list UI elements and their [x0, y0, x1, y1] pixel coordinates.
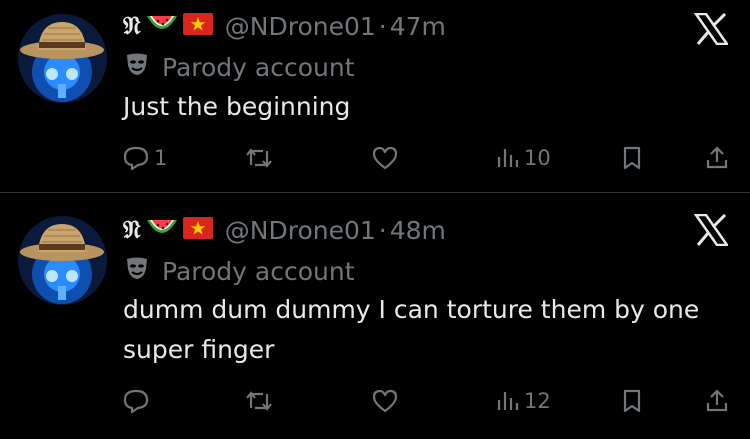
- reply-icon: [122, 145, 150, 171]
- like-button[interactable]: [371, 143, 403, 173]
- parody-label-text: Parody account: [162, 256, 355, 286]
- x-logo-icon: [693, 12, 730, 46]
- parody-label: Parody account: [124, 52, 355, 82]
- reply-count: 1: [154, 146, 168, 170]
- like-button[interactable]: [371, 386, 403, 416]
- tweet-text: Just the beginning: [123, 92, 351, 121]
- bookmark-button[interactable]: [621, 143, 643, 173]
- parody-label: Parody account: [124, 256, 355, 286]
- reply-button[interactable]: [122, 386, 154, 416]
- tweet-header: 𝔑 @NDrone01 · 48m: [123, 215, 446, 245]
- avatar[interactable]: [18, 216, 107, 305]
- display-name[interactable]: 𝔑: [123, 11, 141, 41]
- timestamp[interactable]: 48m: [390, 216, 446, 245]
- watermelon-icon: [145, 12, 179, 40]
- reply-icon: [122, 388, 150, 414]
- parody-mask-icon: [124, 255, 150, 287]
- tweet[interactable]: 𝔑 @NDrone01 · 47m Parody account Just th…: [0, 0, 750, 192]
- bookmark-icon: [621, 388, 643, 414]
- like-icon: [371, 388, 399, 414]
- repost-icon: [244, 388, 274, 414]
- parody-mask-icon: [124, 51, 150, 83]
- watermelon-icon: [145, 216, 179, 244]
- separator-dot: ·: [378, 11, 387, 41]
- tweet-header: 𝔑 @NDrone01 · 47m: [123, 11, 446, 41]
- avatar[interactable]: [18, 14, 107, 103]
- repost-button[interactable]: [244, 386, 278, 416]
- views-button[interactable]: 12: [496, 386, 551, 416]
- views-count: 12: [524, 389, 551, 413]
- bookmark-button[interactable]: [621, 386, 643, 416]
- vietnam-flag-icon: [182, 217, 213, 243]
- views-icon: [496, 145, 520, 171]
- separator-dot: ·: [378, 215, 387, 245]
- vietnam-flag-icon: [182, 13, 213, 39]
- handle[interactable]: @NDrone01: [225, 12, 376, 41]
- action-bar: 1 10: [0, 143, 750, 173]
- reply-button[interactable]: 1: [122, 143, 167, 173]
- handle[interactable]: @NDrone01: [225, 216, 376, 245]
- tweet-text: dumm dum dummy I can torture them by one…: [123, 295, 700, 364]
- share-button[interactable]: [705, 386, 729, 416]
- x-logo-icon: [693, 213, 730, 247]
- share-icon: [705, 388, 729, 414]
- action-bar: 12: [0, 386, 750, 416]
- views-button[interactable]: 10: [496, 143, 551, 173]
- parody-label-text: Parody account: [162, 52, 355, 82]
- timestamp[interactable]: 47m: [390, 12, 446, 41]
- bookmark-icon: [621, 145, 643, 171]
- views-icon: [496, 388, 520, 414]
- share-icon: [705, 145, 729, 171]
- repost-icon: [244, 145, 274, 171]
- views-count: 10: [524, 146, 551, 170]
- share-button[interactable]: [705, 143, 729, 173]
- like-icon: [371, 145, 399, 171]
- repost-button[interactable]: [244, 143, 278, 173]
- display-name[interactable]: 𝔑: [123, 215, 141, 245]
